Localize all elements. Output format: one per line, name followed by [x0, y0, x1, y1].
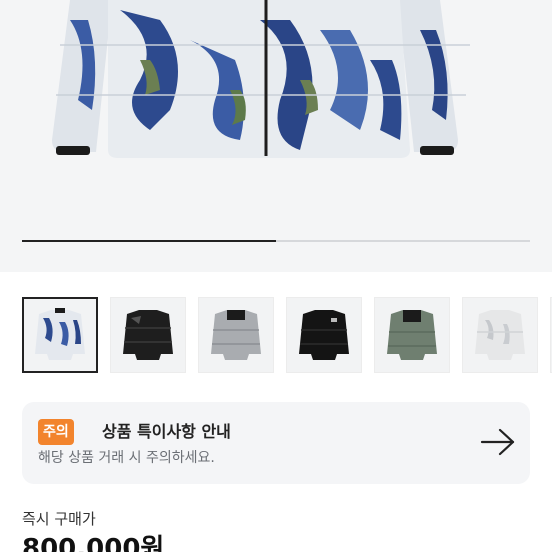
thumbnail-black-matte[interactable]	[286, 297, 362, 373]
notice-title: 상품 특이사항 안내	[102, 422, 231, 441]
caution-badge: 주의	[38, 419, 74, 445]
jacket-green-icon	[387, 310, 437, 360]
product-image-area[interactable]	[0, 0, 552, 272]
gallery-progress-bar	[22, 240, 530, 242]
jacket-silver-icon	[211, 310, 261, 360]
jacket-world-map-icon	[35, 308, 85, 360]
thumbnail-world-map[interactable]	[22, 297, 98, 373]
jacket-black-matte-icon	[299, 310, 349, 360]
jacket-image	[52, 0, 470, 158]
thumbnail-green[interactable]	[374, 297, 450, 373]
notice-card[interactable]: 주의 상품 특이사항 안내 해당 상품 거래 시 주의하세요.	[22, 402, 530, 484]
thumbnail-white-print[interactable]	[462, 297, 538, 373]
price-value: 800,000원	[22, 534, 165, 552]
thumbnail-silver[interactable]	[198, 297, 274, 373]
thumbnail-black[interactable]	[110, 297, 186, 373]
jacket-white-print-icon	[475, 310, 525, 360]
gallery-progress-fill	[22, 240, 276, 242]
price-label: 즉시 구매가	[22, 510, 96, 528]
jacket-black-icon	[123, 310, 173, 360]
notice-subtitle: 해당 상품 거래 시 주의하세요.	[38, 450, 215, 466]
arrow-right-icon[interactable]	[480, 426, 516, 458]
thumbnail-strip[interactable]	[22, 297, 552, 375]
